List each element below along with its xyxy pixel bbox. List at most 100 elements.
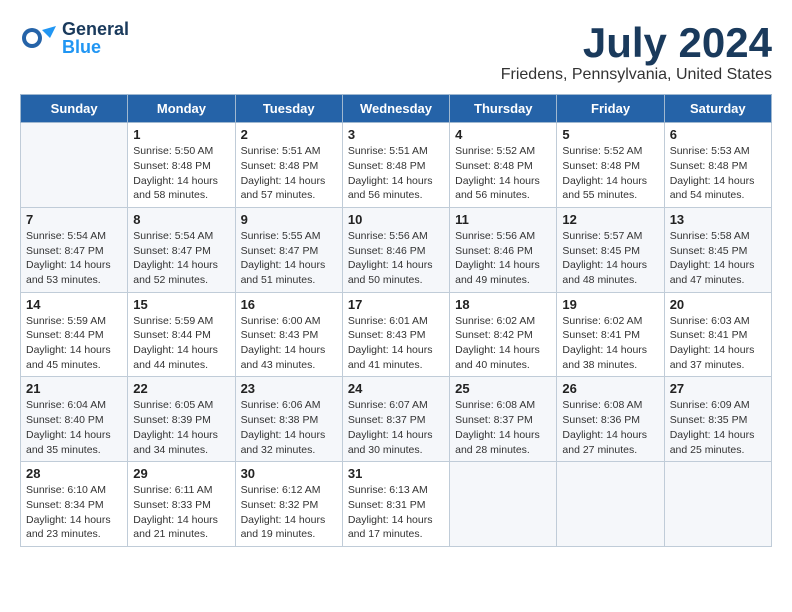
day-info: Sunrise: 6:08 AM Sunset: 8:37 PM Dayligh… bbox=[455, 398, 551, 457]
day-info: Sunrise: 6:02 AM Sunset: 8:42 PM Dayligh… bbox=[455, 314, 551, 373]
day-header-friday: Friday bbox=[557, 95, 664, 123]
calendar-cell bbox=[21, 123, 128, 208]
day-info: Sunrise: 5:57 AM Sunset: 8:45 PM Dayligh… bbox=[562, 229, 658, 288]
day-number: 5 bbox=[562, 127, 658, 142]
calendar-cell: 15 Sunrise: 5:59 AM Sunset: 8:44 PM Dayli… bbox=[128, 292, 235, 377]
day-number: 16 bbox=[241, 297, 337, 312]
calendar-cell: 10 Sunrise: 5:56 AM Sunset: 8:46 PM Dayli… bbox=[342, 207, 449, 292]
day-header-saturday: Saturday bbox=[664, 95, 771, 123]
calendar-week-3: 14 Sunrise: 5:59 AM Sunset: 8:44 PM Dayli… bbox=[21, 292, 772, 377]
day-info: Sunrise: 6:13 AM Sunset: 8:31 PM Dayligh… bbox=[348, 483, 444, 542]
day-header-thursday: Thursday bbox=[450, 95, 557, 123]
logo-general: General bbox=[62, 20, 129, 38]
day-info: Sunrise: 5:58 AM Sunset: 8:45 PM Dayligh… bbox=[670, 229, 766, 288]
day-number: 29 bbox=[133, 466, 229, 481]
calendar-body: 1 Sunrise: 5:50 AM Sunset: 8:48 PM Daylig… bbox=[21, 123, 772, 547]
calendar-cell: 7 Sunrise: 5:54 AM Sunset: 8:47 PM Daylig… bbox=[21, 207, 128, 292]
calendar-cell: 14 Sunrise: 5:59 AM Sunset: 8:44 PM Dayli… bbox=[21, 292, 128, 377]
day-info: Sunrise: 6:03 AM Sunset: 8:41 PM Dayligh… bbox=[670, 314, 766, 373]
day-number: 21 bbox=[26, 381, 122, 396]
day-number: 2 bbox=[241, 127, 337, 142]
calendar-cell: 30 Sunrise: 6:12 AM Sunset: 8:32 PM Dayli… bbox=[235, 462, 342, 547]
day-info: Sunrise: 6:00 AM Sunset: 8:43 PM Dayligh… bbox=[241, 314, 337, 373]
day-info: Sunrise: 6:11 AM Sunset: 8:33 PM Dayligh… bbox=[133, 483, 229, 542]
calendar-week-2: 7 Sunrise: 5:54 AM Sunset: 8:47 PM Daylig… bbox=[21, 207, 772, 292]
day-number: 28 bbox=[26, 466, 122, 481]
calendar-cell bbox=[664, 462, 771, 547]
calendar-cell: 31Sunrise: 6:13 AM Sunset: 8:31 PM Dayli… bbox=[342, 462, 449, 547]
day-number: 23 bbox=[241, 381, 337, 396]
day-number: 8 bbox=[133, 212, 229, 227]
day-number: 30 bbox=[241, 466, 337, 481]
month-year-title: July 2024 bbox=[501, 20, 772, 66]
day-info: Sunrise: 5:59 AM Sunset: 8:44 PM Dayligh… bbox=[133, 314, 229, 373]
days-of-week-row: SundayMondayTuesdayWednesdayThursdayFrid… bbox=[21, 95, 772, 123]
day-number: 4 bbox=[455, 127, 551, 142]
day-info: Sunrise: 6:07 AM Sunset: 8:37 PM Dayligh… bbox=[348, 398, 444, 457]
day-number: 1 bbox=[133, 127, 229, 142]
day-info: Sunrise: 5:55 AM Sunset: 8:47 PM Dayligh… bbox=[241, 229, 337, 288]
calendar-cell: 18 Sunrise: 6:02 AM Sunset: 8:42 PM Dayli… bbox=[450, 292, 557, 377]
day-number: 20 bbox=[670, 297, 766, 312]
calendar-cell: 8 Sunrise: 5:54 AM Sunset: 8:47 PM Daylig… bbox=[128, 207, 235, 292]
calendar-cell bbox=[557, 462, 664, 547]
day-number: 13 bbox=[670, 212, 766, 227]
day-number: 19 bbox=[562, 297, 658, 312]
day-info: Sunrise: 5:56 AM Sunset: 8:46 PM Dayligh… bbox=[455, 229, 551, 288]
day-number: 17 bbox=[348, 297, 444, 312]
day-info: Sunrise: 6:10 AM Sunset: 8:34 PM Dayligh… bbox=[26, 483, 122, 542]
day-info: Sunrise: 5:54 AM Sunset: 8:47 PM Dayligh… bbox=[133, 229, 229, 288]
logo: General Blue bbox=[20, 20, 129, 56]
calendar-cell: 11 Sunrise: 5:56 AM Sunset: 8:46 PM Dayli… bbox=[450, 207, 557, 292]
day-info: Sunrise: 6:02 AM Sunset: 8:41 PM Dayligh… bbox=[562, 314, 658, 373]
calendar-cell: 25Sunrise: 6:08 AM Sunset: 8:37 PM Dayli… bbox=[450, 377, 557, 462]
page-header: General Blue July 2024 Friedens, Pennsyl… bbox=[20, 20, 772, 84]
day-header-wednesday: Wednesday bbox=[342, 95, 449, 123]
day-info: Sunrise: 6:12 AM Sunset: 8:32 PM Dayligh… bbox=[241, 483, 337, 542]
day-number: 14 bbox=[26, 297, 122, 312]
day-number: 12 bbox=[562, 212, 658, 227]
calendar-cell: 20 Sunrise: 6:03 AM Sunset: 8:41 PM Dayli… bbox=[664, 292, 771, 377]
location-subtitle: Friedens, Pennsylvania, United States bbox=[501, 66, 772, 84]
logo-icon bbox=[20, 20, 56, 56]
calendar-cell: 17 Sunrise: 6:01 AM Sunset: 8:43 PM Dayli… bbox=[342, 292, 449, 377]
calendar-cell: 3Sunrise: 5:51 AM Sunset: 8:48 PM Daylig… bbox=[342, 123, 449, 208]
calendar-cell: 22Sunrise: 6:05 AM Sunset: 8:39 PM Dayli… bbox=[128, 377, 235, 462]
day-header-monday: Monday bbox=[128, 95, 235, 123]
calendar-week-5: 28 Sunrise: 6:10 AM Sunset: 8:34 PM Dayli… bbox=[21, 462, 772, 547]
day-number: 11 bbox=[455, 212, 551, 227]
calendar-cell: 21Sunrise: 6:04 AM Sunset: 8:40 PM Dayli… bbox=[21, 377, 128, 462]
calendar-table: SundayMondayTuesdayWednesdayThursdayFrid… bbox=[20, 94, 772, 547]
calendar-cell: 23 Sunrise: 6:06 AM Sunset: 8:38 PM Dayli… bbox=[235, 377, 342, 462]
day-info: Sunrise: 5:54 AM Sunset: 8:47 PM Dayligh… bbox=[26, 229, 122, 288]
day-info: Sunrise: 6:06 AM Sunset: 8:38 PM Dayligh… bbox=[241, 398, 337, 457]
calendar-cell: 27Sunrise: 6:09 AM Sunset: 8:35 PM Dayli… bbox=[664, 377, 771, 462]
calendar-cell: 16 Sunrise: 6:00 AM Sunset: 8:43 PM Dayli… bbox=[235, 292, 342, 377]
day-info: Sunrise: 5:51 AM Sunset: 8:48 PM Dayligh… bbox=[348, 144, 444, 203]
day-info: Sunrise: 6:01 AM Sunset: 8:43 PM Dayligh… bbox=[348, 314, 444, 373]
day-number: 7 bbox=[26, 212, 122, 227]
day-number: 15 bbox=[133, 297, 229, 312]
day-info: Sunrise: 6:05 AM Sunset: 8:39 PM Dayligh… bbox=[133, 398, 229, 457]
calendar-cell: 4Sunrise: 5:52 AM Sunset: 8:48 PM Daylig… bbox=[450, 123, 557, 208]
logo-blue: Blue bbox=[62, 38, 129, 56]
day-info: Sunrise: 5:59 AM Sunset: 8:44 PM Dayligh… bbox=[26, 314, 122, 373]
logo-text-block: General Blue bbox=[62, 20, 129, 56]
day-header-tuesday: Tuesday bbox=[235, 95, 342, 123]
day-number: 6 bbox=[670, 127, 766, 142]
day-info: Sunrise: 5:52 AM Sunset: 8:48 PM Dayligh… bbox=[562, 144, 658, 203]
day-number: 24 bbox=[348, 381, 444, 396]
calendar-cell: 1 Sunrise: 5:50 AM Sunset: 8:48 PM Daylig… bbox=[128, 123, 235, 208]
day-number: 9 bbox=[241, 212, 337, 227]
day-number: 18 bbox=[455, 297, 551, 312]
calendar-week-4: 21Sunrise: 6:04 AM Sunset: 8:40 PM Dayli… bbox=[21, 377, 772, 462]
calendar-cell: 6Sunrise: 5:53 AM Sunset: 8:48 PM Daylig… bbox=[664, 123, 771, 208]
day-number: 10 bbox=[348, 212, 444, 227]
day-info: Sunrise: 5:56 AM Sunset: 8:46 PM Dayligh… bbox=[348, 229, 444, 288]
day-info: Sunrise: 5:50 AM Sunset: 8:48 PM Dayligh… bbox=[133, 144, 229, 203]
day-header-sunday: Sunday bbox=[21, 95, 128, 123]
day-info: Sunrise: 6:09 AM Sunset: 8:35 PM Dayligh… bbox=[670, 398, 766, 457]
day-number: 26 bbox=[562, 381, 658, 396]
day-info: Sunrise: 5:51 AM Sunset: 8:48 PM Dayligh… bbox=[241, 144, 337, 203]
calendar-cell: 24 Sunrise: 6:07 AM Sunset: 8:37 PM Dayli… bbox=[342, 377, 449, 462]
